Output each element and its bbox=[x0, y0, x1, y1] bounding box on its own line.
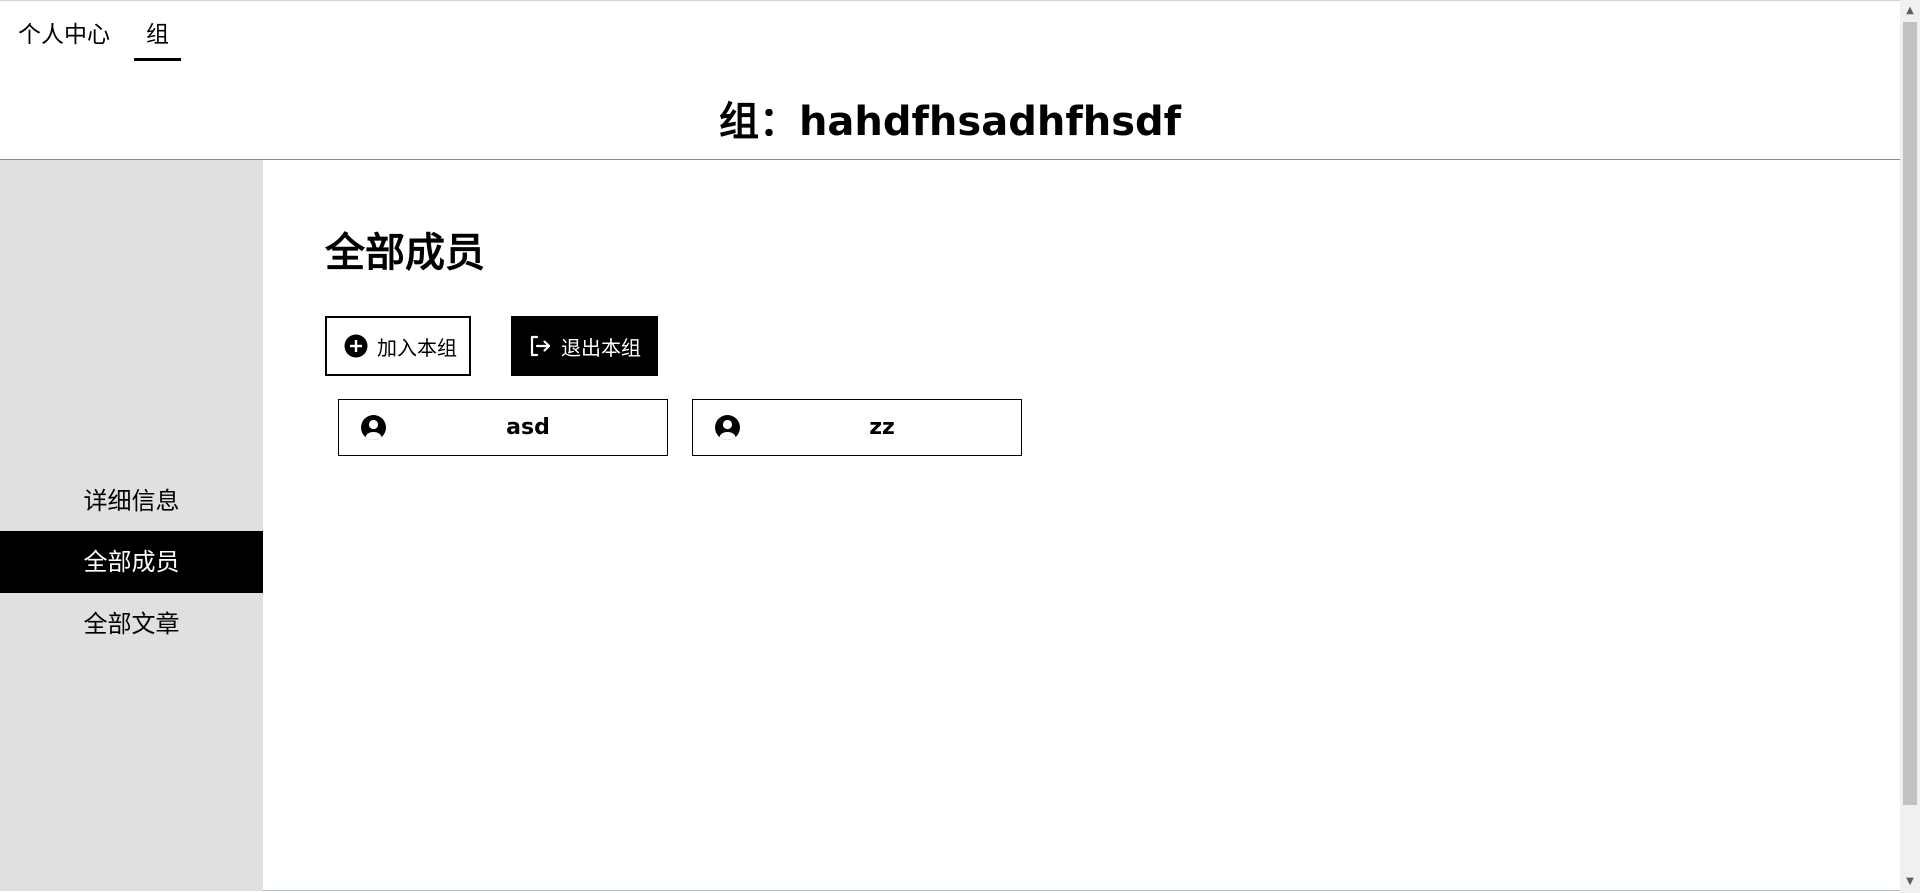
logout-icon bbox=[527, 333, 553, 359]
plus-circle-icon bbox=[343, 333, 369, 359]
user-circle-icon bbox=[360, 414, 387, 441]
title-divider bbox=[0, 159, 1900, 160]
tab-personal-center[interactable]: 个人中心 bbox=[18, 20, 110, 50]
member-name: zz bbox=[869, 415, 895, 440]
sidebar-item-details[interactable]: 详细信息 bbox=[0, 470, 263, 532]
sidebar-item-all-members[interactable]: 全部成员 bbox=[0, 531, 263, 593]
scroll-down-arrow-icon[interactable]: ▼ bbox=[1900, 873, 1920, 891]
leave-group-label: 退出本组 bbox=[561, 335, 641, 360]
sidebar: 详细信息 全部成员 全部文章 bbox=[0, 160, 263, 891]
user-circle-icon bbox=[714, 414, 741, 441]
join-group-button[interactable]: 加入本组 bbox=[325, 316, 471, 376]
tab-group[interactable]: 组 bbox=[134, 20, 181, 61]
page-title: 组：hahdfhsadhfhsdf bbox=[718, 99, 1182, 145]
member-name: asd bbox=[506, 415, 550, 440]
member-card[interactable]: asd bbox=[338, 399, 668, 456]
vertical-scrollbar[interactable]: ▲ ▼ bbox=[1900, 0, 1920, 893]
scrollbar-thumb[interactable] bbox=[1903, 22, 1917, 805]
section-heading: 全部成员 bbox=[325, 230, 485, 276]
sidebar-item-all-articles[interactable]: 全部文章 bbox=[0, 593, 263, 655]
join-group-label: 加入本组 bbox=[377, 335, 457, 360]
scroll-up-arrow-icon[interactable]: ▲ bbox=[1900, 2, 1920, 20]
member-card[interactable]: zz bbox=[692, 399, 1022, 456]
leave-group-button[interactable]: 退出本组 bbox=[511, 316, 658, 376]
top-nav: 个人中心 组 bbox=[0, 0, 1900, 61]
